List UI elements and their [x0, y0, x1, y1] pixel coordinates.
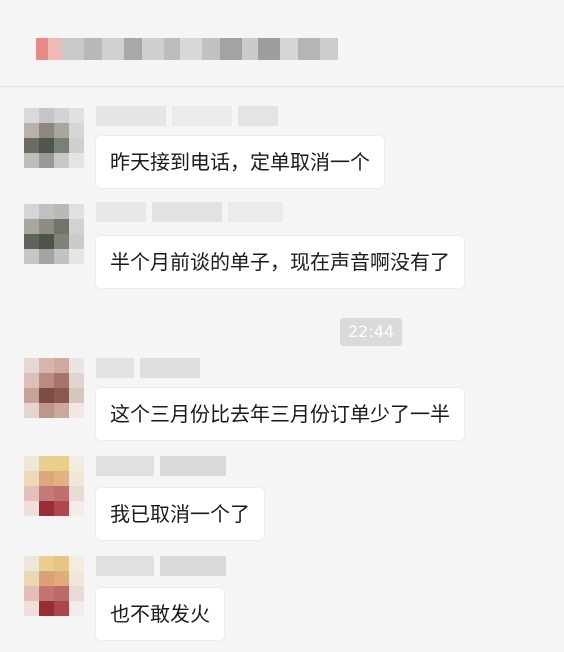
sender-name-blurred	[96, 106, 278, 126]
chat-header	[0, 0, 564, 87]
sender-name-blurred	[96, 202, 283, 222]
avatar[interactable]	[24, 204, 84, 264]
message-bubble[interactable]: 这个三月份比去年三月份订单少了一半	[96, 388, 464, 440]
chat-group-icon	[36, 38, 48, 60]
message-bubble[interactable]: 也不敢发火	[96, 588, 224, 640]
sender-name-blurred	[96, 556, 226, 576]
chat-title-blurred	[36, 34, 386, 64]
avatar[interactable]	[24, 556, 84, 616]
sender-name-blurred	[96, 358, 200, 378]
message-timestamp: 22:44	[340, 318, 402, 346]
avatar[interactable]	[24, 456, 84, 516]
avatar[interactable]	[24, 358, 84, 418]
avatar[interactable]	[24, 108, 84, 168]
message-bubble[interactable]: 我已取消一个了	[96, 488, 264, 540]
message-bubble[interactable]: 半个月前谈的单子，现在声音啊没有了	[96, 236, 464, 288]
message-bubble[interactable]: 昨天接到电话，定单取消一个	[96, 136, 384, 188]
sender-name-blurred	[96, 456, 226, 476]
